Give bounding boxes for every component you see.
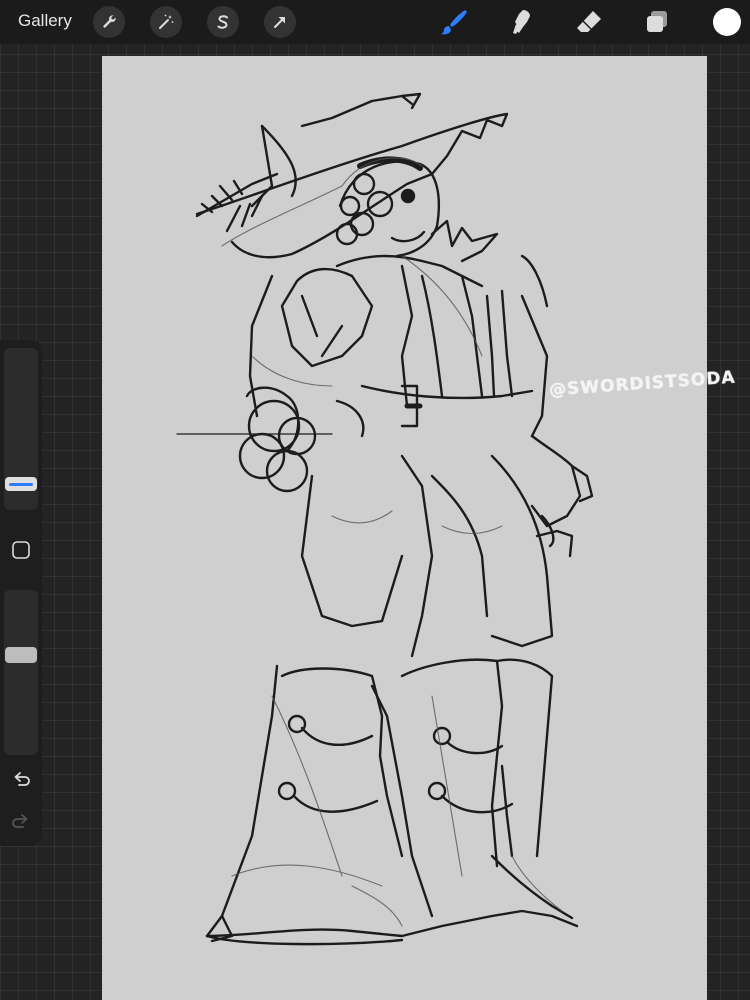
transform-arrow-icon <box>274 17 285 28</box>
transform-button[interactable] <box>264 6 296 38</box>
top-toolbar: Gallery <box>0 0 750 44</box>
sketch-artwork <box>176 92 594 946</box>
smudge-icon <box>513 10 530 34</box>
eraser-tool-button[interactable] <box>572 6 606 38</box>
drawing-canvas[interactable]: @SWORDISTSODA <box>102 56 736 1000</box>
brush-icon <box>441 10 467 35</box>
selection-button[interactable] <box>207 6 239 38</box>
adjustments-button[interactable] <box>150 6 182 38</box>
selection-icon <box>217 15 228 29</box>
actions-button[interactable] <box>93 6 125 38</box>
brush-size-handle[interactable] <box>5 477 37 491</box>
redo-icon <box>12 814 28 828</box>
undo-button[interactable] <box>9 768 33 792</box>
redo-button[interactable] <box>9 810 33 834</box>
wrench-icon <box>103 15 116 28</box>
square-icon <box>12 541 30 559</box>
color-picker-button[interactable] <box>713 8 741 36</box>
smudge-tool-button[interactable] <box>504 6 538 38</box>
gallery-button[interactable]: Gallery <box>18 11 72 31</box>
brush-opacity-slider[interactable] <box>4 590 38 755</box>
layers-icon <box>647 11 667 32</box>
magic-wand-icon <box>159 14 174 29</box>
brush-tool-button[interactable] <box>437 6 471 38</box>
modify-button[interactable] <box>11 540 31 560</box>
brush-sidebar <box>0 340 42 846</box>
undo-icon <box>14 772 30 786</box>
brush-opacity-handle[interactable] <box>5 647 37 663</box>
eraser-icon <box>577 11 601 32</box>
layers-button[interactable] <box>640 6 674 38</box>
